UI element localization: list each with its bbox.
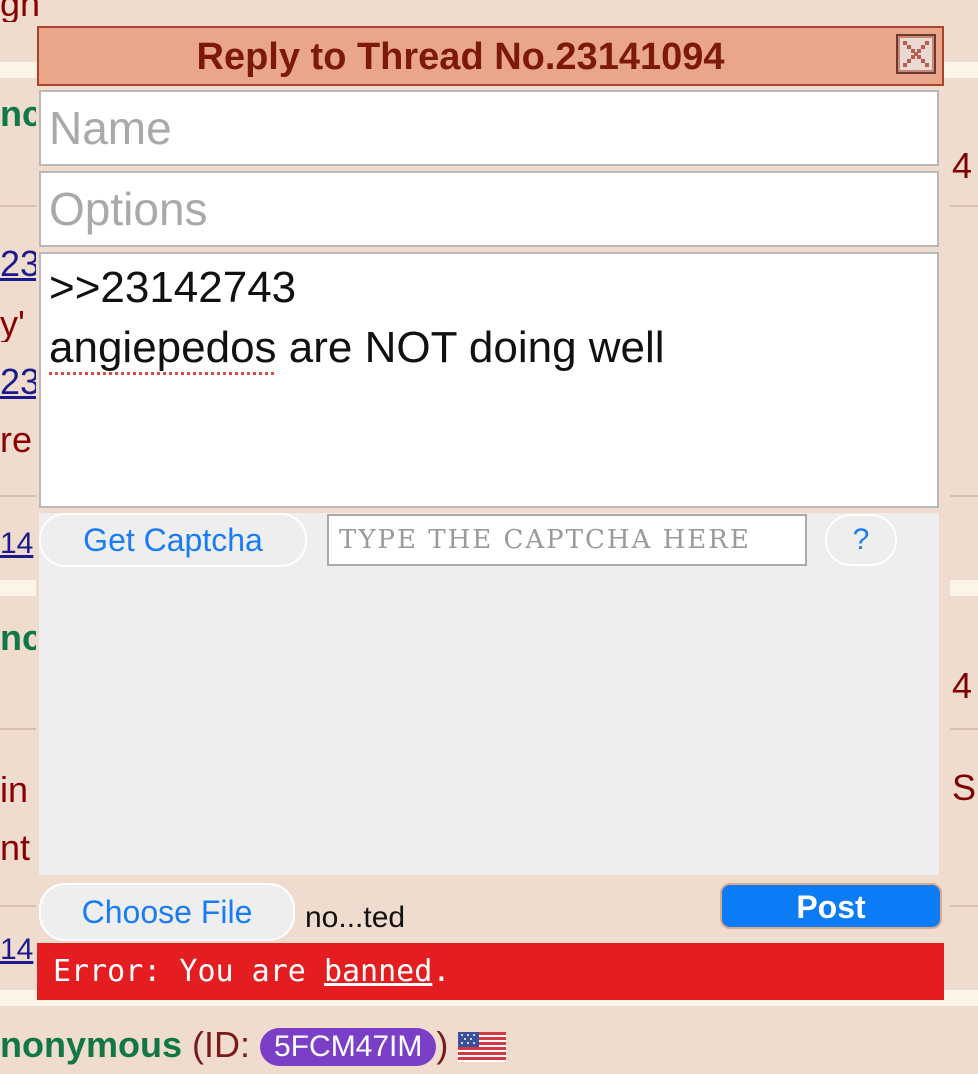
- quick-reply-window: Reply to Thread No.23141094 Name Options: [37, 26, 944, 1000]
- captcha-help-button[interactable]: ?: [825, 514, 897, 566]
- bg-fragment: in: [0, 772, 29, 808]
- poster-name: nonymous: [0, 1024, 183, 1065]
- comment-text-line: angiepedos are NOT doing well: [49, 318, 929, 378]
- bg-fragment: nc: [0, 620, 36, 656]
- close-icon: [900, 38, 932, 70]
- bg-fragment: 23: [0, 364, 36, 400]
- error-suffix: .: [432, 954, 451, 989]
- bg-fragment: S: [952, 767, 977, 808]
- bg-band: [950, 580, 978, 596]
- post-header: nonymous (ID: 5FCM47IM): [0, 1024, 507, 1067]
- poster-id-badge[interactable]: 5FCM47IM: [260, 1028, 437, 1067]
- bg-fragment: y': [0, 306, 25, 342]
- bg-fragment: 14: [0, 933, 34, 966]
- quick-reply-title: Reply to Thread No.23141094: [196, 36, 725, 78]
- bg-divider: [950, 905, 978, 907]
- bg-divider: [0, 495, 36, 497]
- bg-fragment: nt: [0, 830, 31, 866]
- comment-text: are NOT doing well: [276, 323, 665, 372]
- bg-fragment: 4: [952, 665, 973, 706]
- options-field[interactable]: Options: [39, 171, 939, 247]
- bg-divider: [0, 728, 36, 730]
- error-text: Error: You are: [53, 954, 324, 989]
- id-close: ): [436, 1024, 449, 1065]
- bg-fragment: 23: [0, 246, 36, 282]
- comment-quote-line: >>23142743: [49, 263, 297, 312]
- error-message: Error: You are banned.: [37, 943, 944, 1000]
- us-flag-icon: [458, 1032, 507, 1063]
- file-status: no...ted: [305, 901, 406, 934]
- id-label: (ID:: [182, 1024, 261, 1065]
- name-placeholder: Name: [49, 102, 172, 154]
- banned-link[interactable]: banned: [324, 954, 432, 989]
- post-button[interactable]: Post: [720, 883, 942, 929]
- comment-textarea[interactable]: >>23142743 angiepedos are NOT doing well: [39, 252, 939, 508]
- bg-band: [0, 580, 36, 596]
- bg-divider: [950, 495, 978, 497]
- bg-divider: [950, 205, 978, 207]
- choose-file-button[interactable]: Choose File: [39, 883, 295, 941]
- captcha-area: Get Captcha TYPE THE CAPTCHA HERE ?: [39, 513, 939, 875]
- bg-fragment: nc: [0, 96, 36, 132]
- bg-divider: [0, 905, 36, 907]
- bg-fragment: 4: [952, 145, 973, 186]
- captcha-input[interactable]: TYPE THE CAPTCHA HERE: [327, 514, 807, 566]
- bg-fragment: re: [0, 422, 33, 458]
- quick-reply-header[interactable]: Reply to Thread No.23141094: [37, 26, 944, 86]
- options-placeholder: Options: [49, 183, 208, 235]
- close-button[interactable]: [896, 34, 936, 74]
- bg-divider: [0, 205, 36, 207]
- bg-divider: [950, 728, 978, 730]
- get-captcha-button[interactable]: Get Captcha: [39, 513, 307, 567]
- misspelled-word: angiepedos: [49, 323, 277, 372]
- name-field[interactable]: Name: [39, 90, 939, 166]
- bg-fragment: 14: [0, 527, 34, 560]
- bg-fragment: gh: [0, 0, 41, 22]
